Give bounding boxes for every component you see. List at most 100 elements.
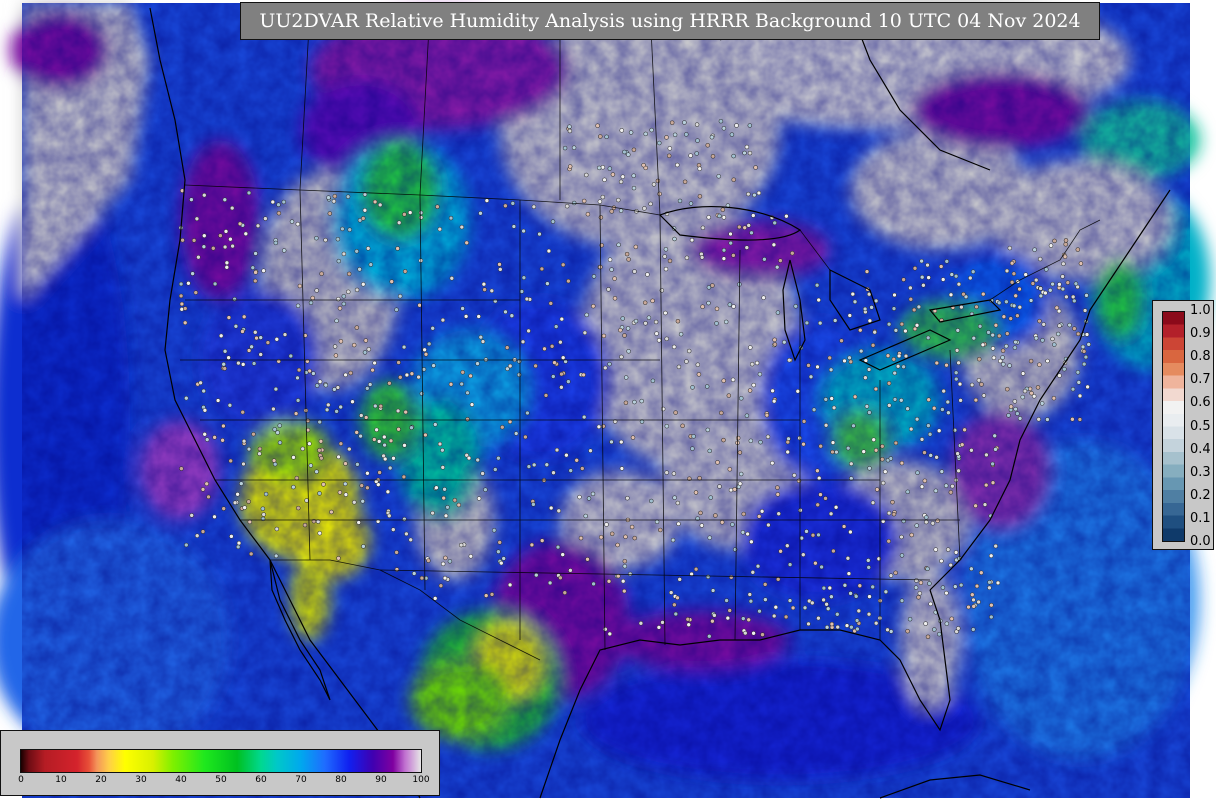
station-marker — [649, 498, 654, 504]
station-marker — [787, 598, 793, 603]
station-marker — [731, 304, 736, 309]
station-marker — [899, 553, 905, 558]
station-marker — [734, 123, 739, 128]
station-marker — [246, 499, 251, 504]
station-marker — [409, 425, 414, 430]
station-marker — [246, 348, 252, 353]
station-marker — [1067, 322, 1072, 328]
station-marker — [841, 524, 847, 529]
station-marker — [550, 219, 556, 224]
station-marker — [966, 604, 971, 610]
station-marker — [892, 397, 898, 402]
station-marker — [442, 487, 447, 492]
station-marker — [270, 199, 276, 205]
station-marker — [766, 522, 771, 528]
station-marker — [916, 304, 922, 310]
station-marker — [300, 446, 305, 452]
right-colorbar-tick: 0.3 — [1190, 464, 1211, 480]
station-marker — [973, 503, 978, 509]
station-marker — [568, 468, 573, 473]
station-marker — [343, 461, 348, 466]
station-marker — [548, 301, 554, 306]
station-marker — [581, 372, 586, 378]
station-marker — [749, 230, 754, 236]
station-marker — [184, 542, 189, 548]
station-marker — [696, 372, 702, 377]
station-marker — [639, 398, 644, 404]
station-marker — [933, 488, 939, 494]
station-marker — [189, 513, 194, 518]
station-marker — [757, 371, 763, 377]
station-marker — [776, 511, 781, 516]
station-marker — [317, 419, 322, 425]
station-marker — [337, 306, 343, 311]
station-marker — [1077, 393, 1083, 399]
station-marker — [448, 382, 454, 387]
station-marker — [710, 588, 716, 593]
station-marker — [553, 324, 559, 329]
station-marker — [1085, 384, 1090, 390]
station-marker — [712, 613, 717, 618]
station-marker — [539, 538, 545, 543]
station-marker — [220, 438, 225, 443]
station-marker — [682, 120, 687, 125]
station-marker — [1006, 413, 1011, 418]
station-marker — [688, 153, 693, 158]
station-marker — [867, 594, 872, 599]
station-marker — [483, 487, 488, 492]
station-marker — [282, 332, 288, 337]
station-marker — [224, 265, 230, 270]
station-marker — [944, 621, 950, 626]
station-marker — [933, 547, 938, 552]
station-marker — [338, 404, 343, 410]
station-marker — [288, 353, 294, 359]
station-marker — [221, 506, 226, 511]
station-marker — [544, 462, 550, 467]
station-marker — [206, 494, 211, 500]
station-marker — [873, 386, 879, 392]
station-marker — [430, 326, 435, 331]
station-marker — [919, 437, 925, 442]
station-marker — [974, 304, 979, 310]
station-marker — [671, 344, 677, 350]
station-marker — [319, 271, 324, 276]
station-marker — [559, 371, 564, 377]
station-marker — [341, 251, 347, 257]
station-marker — [631, 185, 637, 191]
station-marker — [440, 561, 446, 567]
station-marker — [347, 446, 352, 452]
station-marker — [1038, 286, 1043, 291]
station-marker — [691, 434, 696, 439]
station-marker — [365, 246, 371, 251]
station-marker — [914, 323, 920, 328]
station-marker — [241, 461, 246, 467]
station-marker — [977, 356, 982, 362]
station-marker — [323, 382, 329, 388]
station-marker — [810, 532, 816, 538]
station-marker — [844, 623, 850, 628]
station-marker — [762, 582, 768, 587]
station-marker — [179, 466, 184, 471]
station-marker — [658, 527, 663, 533]
station-marker — [574, 458, 579, 463]
station-marker — [1078, 261, 1084, 266]
station-marker — [336, 454, 341, 460]
station-marker — [864, 269, 870, 274]
station-marker — [625, 495, 630, 501]
station-marker — [707, 535, 712, 540]
title-banner: UU2DVAR Relative Humidity Analysis using… — [240, 2, 1100, 40]
station-marker — [831, 548, 836, 554]
station-marker — [591, 581, 596, 587]
station-marker — [760, 632, 765, 637]
station-marker — [326, 402, 331, 408]
station-marker — [200, 487, 206, 492]
station-marker — [721, 256, 727, 261]
station-marker — [971, 597, 976, 603]
station-marker — [671, 471, 677, 476]
station-marker — [656, 338, 662, 343]
station-marker — [432, 596, 438, 601]
station-marker — [732, 487, 737, 492]
station-marker — [908, 297, 914, 302]
station-marker — [229, 534, 234, 539]
station-marker — [1045, 417, 1050, 422]
